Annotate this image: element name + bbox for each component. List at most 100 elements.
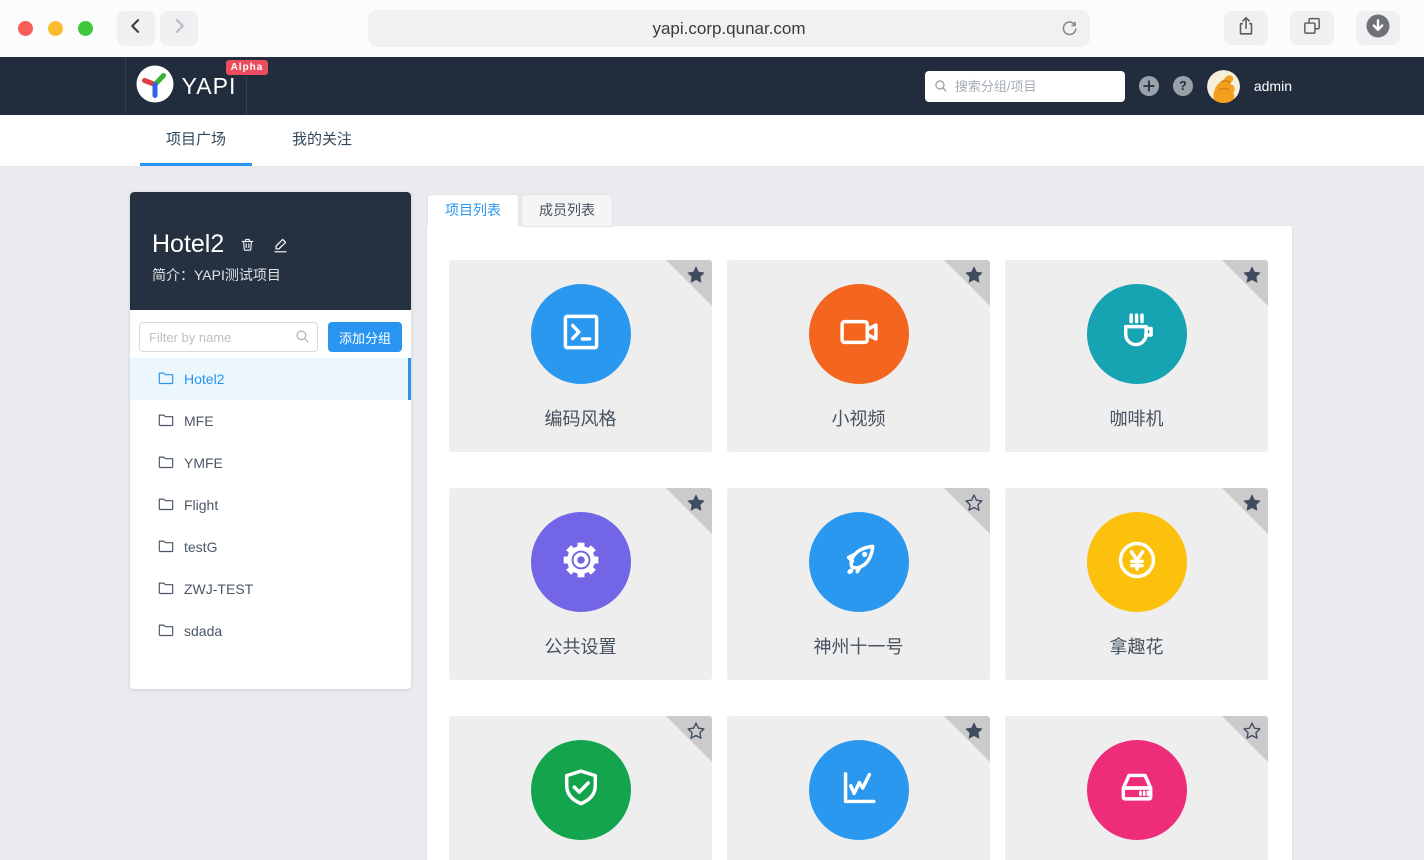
url-text: yapi.corp.qunar.com (652, 19, 805, 39)
tabs-icon (1301, 15, 1323, 42)
folder-icon (158, 371, 174, 388)
help-button[interactable]: ? (1173, 76, 1193, 96)
group-list-item[interactable]: testG (130, 526, 411, 568)
folder-icon (158, 413, 174, 430)
fullscreen-window-button[interactable] (78, 21, 93, 36)
project-card[interactable]: 编码风格 (449, 260, 712, 452)
folder-icon (158, 455, 174, 472)
delete-group-icon[interactable] (239, 236, 256, 254)
group-list-item[interactable]: MFE (130, 400, 411, 442)
star-filled-icon[interactable] (964, 721, 984, 741)
chevron-right-icon (169, 16, 189, 41)
group-list-item[interactable]: YMFE (130, 442, 411, 484)
folder-icon (158, 623, 174, 640)
group-list-item[interactable]: Flight (130, 484, 411, 526)
group-item-label: YMFE (184, 455, 223, 471)
minimize-window-button[interactable] (48, 21, 63, 36)
browser-chrome: yapi.corp.qunar.com (0, 0, 1424, 57)
group-list-item[interactable]: Hotel2 (130, 358, 411, 400)
app-navbar: YAPI Alpha ? admin (0, 57, 1424, 115)
add-button[interactable] (1139, 76, 1159, 96)
brand-name: YAPI Alpha (182, 73, 237, 100)
group-item-label: MFE (184, 413, 214, 429)
project-card[interactable]: 小视频 (727, 260, 990, 452)
group-list-item[interactable]: sdada (130, 610, 411, 652)
search-icon (934, 79, 948, 98)
project-name: 神州十一号 (727, 633, 990, 659)
group-item-label: testG (184, 539, 217, 555)
back-button[interactable] (117, 11, 155, 46)
shield-check-icon (555, 762, 607, 819)
gear-icon (555, 534, 607, 591)
search-input[interactable] (925, 71, 1125, 102)
star-filled-icon[interactable] (964, 265, 984, 285)
project-icon-circle (1087, 284, 1187, 384)
group-title: Hotel2 (152, 230, 224, 259)
project-icon-circle (809, 740, 909, 840)
downloads-button[interactable] (1356, 11, 1400, 45)
rocket-icon (833, 534, 885, 591)
yuan-icon (1111, 534, 1163, 591)
star-outline-icon[interactable] (1242, 721, 1262, 741)
global-search (925, 71, 1125, 102)
group-filter-input[interactable] (139, 322, 318, 352)
project-icon-circle (1087, 740, 1187, 840)
main-tabs: 项目列表 成员列表 (427, 194, 1292, 227)
alpha-badge: Alpha (226, 60, 269, 75)
project-card[interactable]: 咖啡机 (1005, 260, 1268, 452)
edit-group-icon[interactable] (271, 235, 290, 254)
subnav-tab[interactable]: 项目广场 (140, 115, 252, 166)
close-window-button[interactable] (18, 21, 33, 36)
project-card[interactable] (1005, 716, 1268, 860)
main-tab[interactable]: 成员列表 (521, 194, 613, 227)
star-filled-icon[interactable] (1242, 493, 1262, 513)
group-list-item[interactable]: ZWJ-TEST (130, 568, 411, 610)
download-icon (1365, 13, 1391, 44)
star-outline-icon[interactable] (964, 493, 984, 513)
project-card[interactable]: 公共设置 (449, 488, 712, 680)
group-description: 简介：YAPI测试项目 (152, 265, 389, 285)
tabs-overview-button[interactable] (1290, 11, 1334, 45)
project-card[interactable] (727, 716, 990, 860)
content-area: Hotel2 简介：YAPI测试项目 添加分组 Hotel2 (0, 167, 1424, 860)
add-group-button[interactable]: 添加分组 (328, 322, 402, 352)
subnav-tab[interactable]: 我的关注 (266, 115, 378, 166)
project-icon-circle (531, 740, 631, 840)
terminal-icon (555, 306, 607, 363)
group-item-label: Flight (184, 497, 218, 513)
avatar[interactable] (1207, 70, 1240, 103)
group-item-label: ZWJ-TEST (184, 581, 253, 597)
group-filter (139, 322, 318, 352)
group-item-label: sdada (184, 623, 222, 639)
line-chart-icon (833, 762, 885, 819)
project-card[interactable] (449, 716, 712, 860)
star-filled-icon[interactable] (686, 493, 706, 513)
project-icon-circle (1087, 512, 1187, 612)
star-filled-icon[interactable] (1242, 265, 1262, 285)
project-card[interactable]: 拿趣花 (1005, 488, 1268, 680)
main-panel-wrap: 项目列表 成员列表 (427, 194, 1292, 860)
main-tab-label: 成员列表 (539, 202, 595, 218)
project-name: 公共设置 (449, 633, 712, 659)
star-filled-icon[interactable] (686, 265, 706, 285)
folder-icon (158, 539, 174, 556)
project-name: 咖啡机 (1005, 405, 1268, 431)
forward-button[interactable] (160, 11, 198, 46)
main-tab[interactable]: 项目列表 (427, 194, 519, 227)
star-outline-icon[interactable] (686, 721, 706, 741)
hdd-icon (1111, 762, 1163, 819)
username[interactable]: admin (1254, 78, 1292, 94)
main-tab-label: 项目列表 (445, 202, 501, 218)
reload-icon[interactable] (1060, 19, 1079, 43)
coffee-icon (1111, 306, 1163, 363)
address-bar[interactable]: yapi.corp.qunar.com (368, 10, 1090, 47)
brand-logo[interactable]: YAPI Alpha (125, 57, 247, 115)
share-icon (1235, 15, 1257, 42)
project-icon-circle (531, 284, 631, 384)
project-panel: 编码风格 (427, 226, 1292, 860)
subnav-tab-label: 项目广场 (166, 131, 226, 148)
folder-icon (158, 581, 174, 598)
project-card[interactable]: 神州十一号 (727, 488, 990, 680)
share-button[interactable] (1224, 11, 1268, 45)
traffic-lights (0, 21, 93, 36)
